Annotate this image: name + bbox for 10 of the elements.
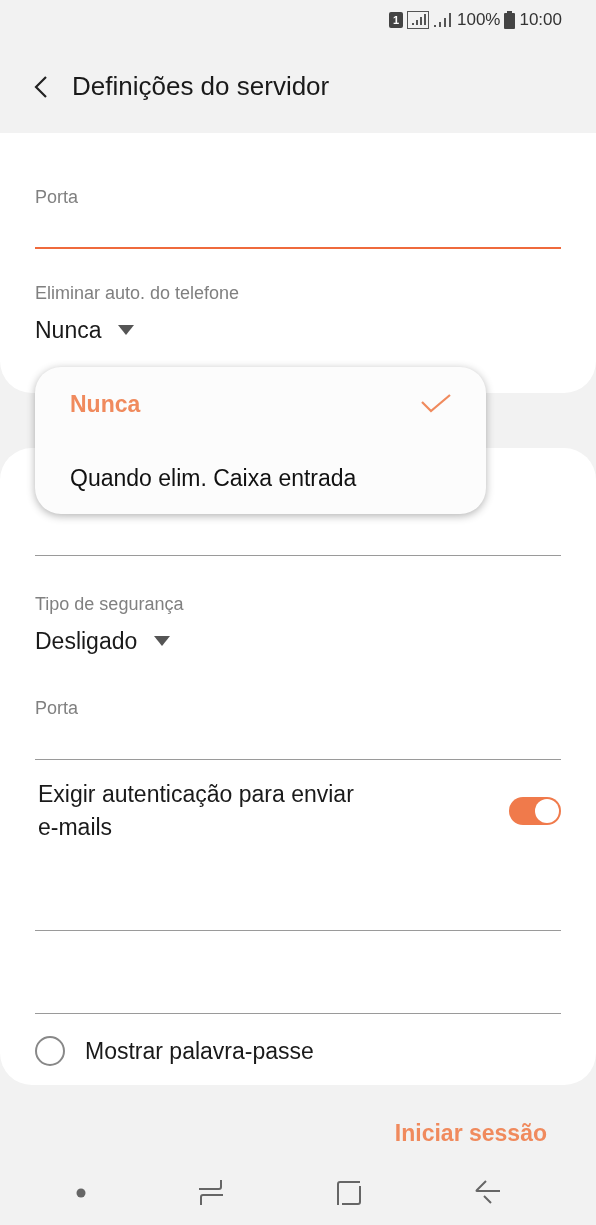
- clock-time: 10:00: [519, 9, 562, 32]
- field-label: Porta: [35, 186, 80, 209]
- battery-percentage: 100%: [456, 9, 501, 32]
- screen-title: Definições do servidor: [72, 70, 330, 103]
- sim-icon: 1: [388, 12, 403, 28]
- field-label: Tipo de segurança: [35, 593, 185, 616]
- setting-label: Exigir autenticação para enviar e-mails: [38, 780, 355, 842]
- option-label: Mostrar palavra-passe: [85, 1037, 314, 1066]
- field-label: Porta: [35, 697, 80, 720]
- field-label: Eliminar auto. do telefone: [35, 282, 241, 305]
